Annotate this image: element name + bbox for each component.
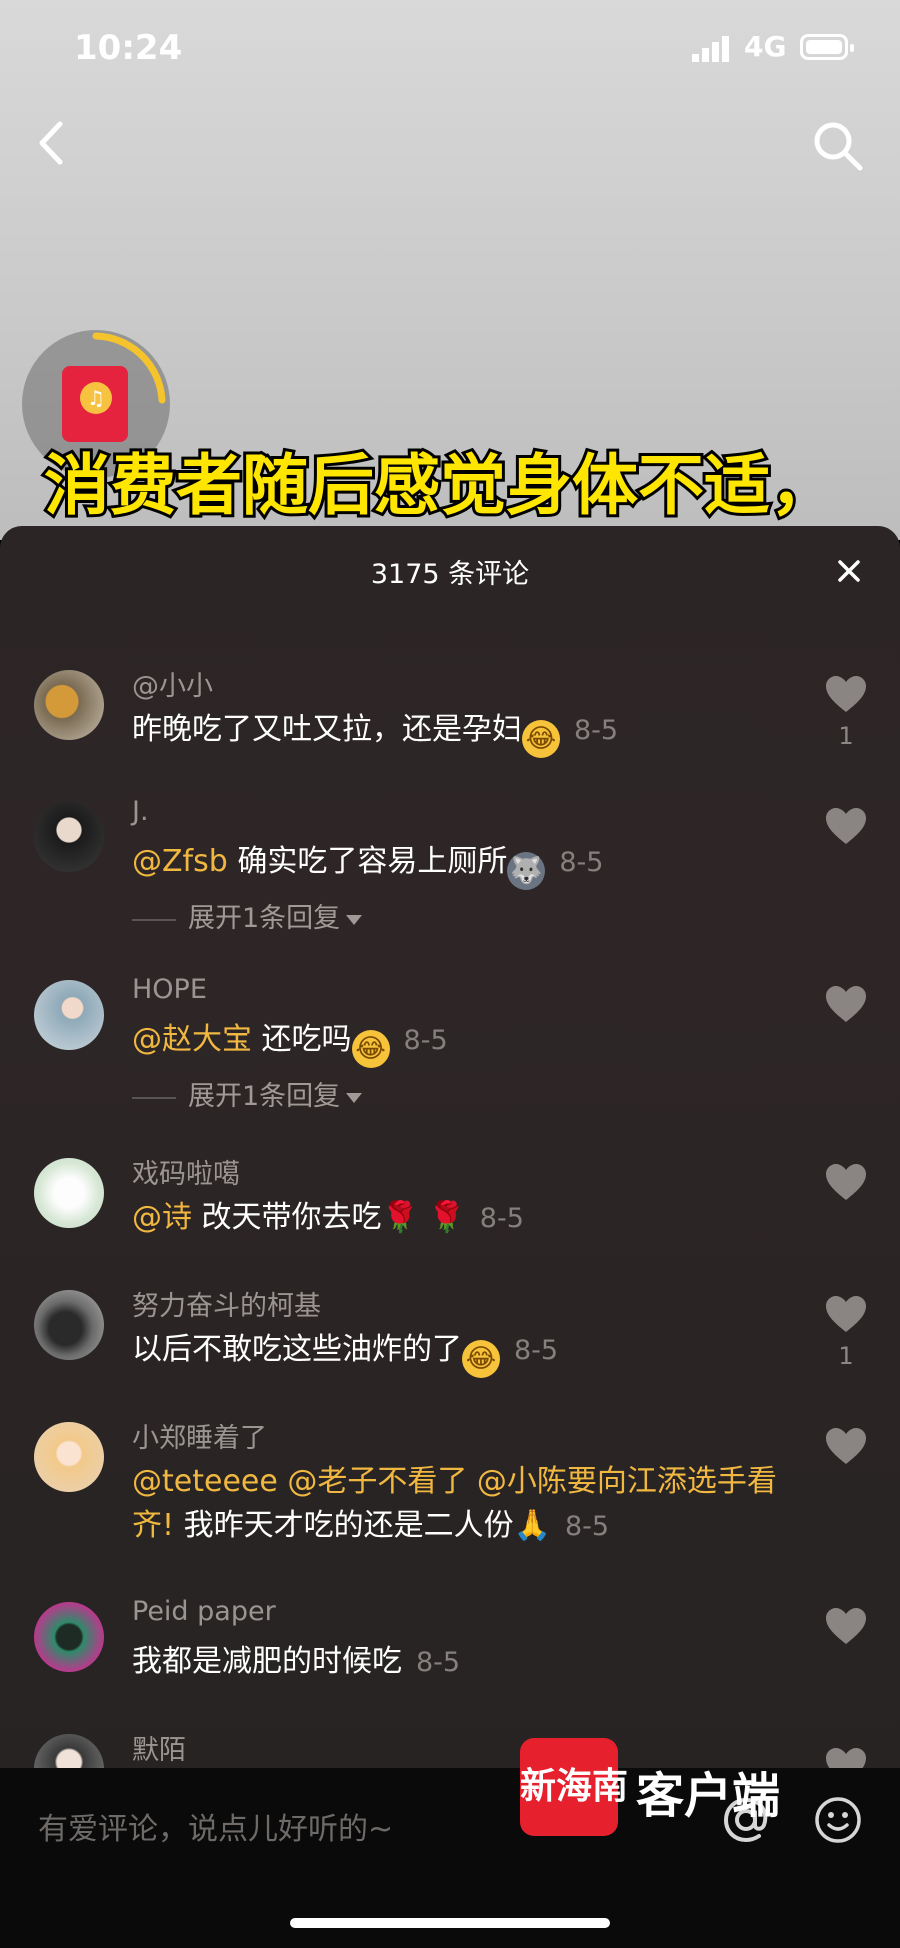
- crying-laughing-emoji: 😂: [522, 720, 560, 758]
- comment-mention[interactable]: @诗: [132, 1200, 192, 1235]
- avatar[interactable]: [34, 802, 104, 872]
- comment-username[interactable]: 努力奋斗的柯基: [132, 1284, 321, 1323]
- comment-count: 3175 条评论: [370, 559, 530, 590]
- signal-icon: [692, 36, 729, 62]
- heart-icon[interactable]: [824, 674, 868, 714]
- expand-replies-button[interactable]: 展开1条回复: [132, 1074, 363, 1113]
- home-indicator[interactable]: [290, 1918, 610, 1928]
- comment-text: 昨晚吃了又吐又拉，还是孕妇 😂 8-5: [132, 708, 792, 758]
- comment-mention[interactable]: @Zfsb: [132, 844, 228, 879]
- avatar[interactable]: [34, 670, 104, 740]
- search-icon[interactable]: [810, 118, 866, 174]
- heart-icon[interactable]: [824, 1162, 868, 1202]
- avatar[interactable]: [34, 1602, 104, 1672]
- crying-laughing-emoji: 😂: [462, 1340, 500, 1378]
- wolf-emoji: 🐺: [507, 852, 546, 890]
- crying-laughing-emoji: 😂: [351, 1030, 390, 1068]
- comment-text: 以后不敢吃这些油炸的了 😂 8-5: [132, 1328, 792, 1378]
- avatar[interactable]: [34, 1422, 104, 1492]
- heart-icon[interactable]: [824, 984, 868, 1024]
- comment-body: 改天带你去吃: [192, 1200, 382, 1235]
- close-icon[interactable]: [832, 554, 866, 588]
- comment-date: 8-5: [564, 1511, 610, 1542]
- comment-date: 8-5: [416, 1647, 461, 1678]
- heart-icon[interactable]: [824, 806, 868, 846]
- comment-username[interactable]: @小小: [132, 664, 213, 703]
- pray-emoji: 🙏: [513, 1508, 551, 1543]
- comment-text: @teteeee @老子不看了 @小陈要向江添选手看齐! 我昨天才吃的还是二人份…: [132, 1460, 792, 1549]
- comment-text: @诗 改天带你去吃🌹 🌹 8-5: [132, 1196, 792, 1241]
- heart-icon[interactable]: [824, 1606, 868, 1646]
- comment-text: @Zfsb 确实吃了容易上厕所 🐺 8-5: [132, 840, 792, 890]
- network-type: 4G: [744, 30, 787, 63]
- comment-text: 我都是减肥的时候吃 8-5: [132, 1640, 792, 1685]
- comment-username[interactable]: HOPE: [132, 974, 207, 1005]
- comment-username[interactable]: 默陌: [132, 1728, 186, 1767]
- comment-date: 8-5: [574, 715, 619, 746]
- music-coin-icon: ♫: [80, 382, 112, 414]
- watermark-badge: 新海南: [520, 1738, 628, 1836]
- heart-icon[interactable]: [824, 1426, 868, 1466]
- comment-body: 我都是减肥的时候吃: [132, 1644, 402, 1679]
- back-arrow-icon[interactable]: [30, 118, 74, 168]
- heart-icon[interactable]: [824, 1294, 868, 1334]
- comment-date: 8-5: [479, 1203, 524, 1234]
- watermark-logo: 新海南 客户端: [520, 1738, 850, 1838]
- avatar[interactable]: [34, 1290, 104, 1360]
- comments-sheet: 3175 条评论 @小小 昨晚吃了又吐又拉，还是孕妇 😂 8-5 1 J. @Zfs…: [0, 526, 900, 1948]
- comment-date: 8-5: [514, 1335, 559, 1366]
- expand-replies-label: 展开1条回复: [188, 1081, 341, 1112]
- comment-body: 我昨天才吃的还是二人份: [174, 1508, 514, 1543]
- avatar[interactable]: [34, 1158, 104, 1228]
- caret-down-icon: [346, 914, 363, 925]
- comment-body: 以后不敢吃这些油炸的了: [132, 1332, 462, 1367]
- status-bar: 10:24 4G: [0, 0, 900, 100]
- comment-mention[interactable]: @赵大宝: [132, 1022, 252, 1057]
- comment-input[interactable]: 有爱评论，说点儿好听的~: [38, 1804, 393, 1848]
- replies-divider: [132, 918, 176, 921]
- comment-body: 确实吃了容易上厕所: [227, 844, 508, 879]
- comment-body: 昨晚吃了又吐又拉，还是孕妇: [132, 712, 522, 747]
- comment-username[interactable]: Peid paper: [132, 1596, 276, 1627]
- avatar[interactable]: [34, 980, 104, 1050]
- comment-username[interactable]: 小郑睡着了: [132, 1416, 267, 1455]
- caret-down-icon: [346, 1092, 363, 1103]
- rose-emoji: 🌹 🌹: [381, 1200, 466, 1235]
- comment-text: @赵大宝 还吃吗 😂 8-5: [132, 1018, 792, 1068]
- like-count: 1: [838, 722, 854, 750]
- sheet-header: 3175 条评论: [0, 526, 900, 616]
- video-subtitle: 消费者随后感觉身体不适，: [41, 444, 839, 527]
- comment-username[interactable]: 戏码啦噶: [132, 1152, 240, 1191]
- comment-date: 8-5: [559, 847, 604, 878]
- battery-icon: [800, 34, 854, 60]
- comment-date: 8-5: [403, 1025, 448, 1056]
- comment-body: 还吃吗: [252, 1022, 352, 1057]
- watermark-text: 客户端: [636, 1768, 781, 1824]
- expand-replies-button[interactable]: 展开1条回复: [132, 896, 363, 935]
- like-count: 1: [838, 1342, 854, 1370]
- expand-replies-label: 展开1条回复: [188, 903, 341, 934]
- status-time: 10:24: [74, 28, 183, 68]
- replies-divider: [132, 1096, 176, 1099]
- comment-username[interactable]: J.: [132, 796, 149, 827]
